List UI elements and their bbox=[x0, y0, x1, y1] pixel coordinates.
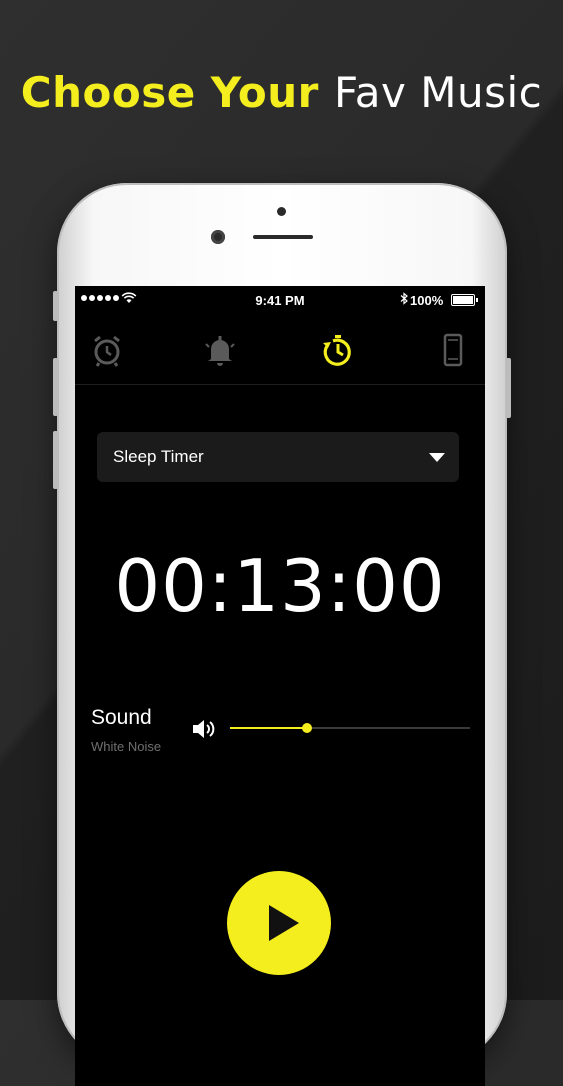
volume-up-button bbox=[53, 358, 58, 416]
timer-icon bbox=[323, 335, 351, 366]
tab-reminder[interactable] bbox=[200, 330, 240, 370]
status-bar: 9:41 PM 100% bbox=[75, 286, 485, 314]
bluetooth-icon bbox=[400, 292, 408, 305]
battery-icon bbox=[451, 294, 478, 306]
battery-percent: 100% bbox=[410, 293, 444, 308]
tab-bar bbox=[75, 324, 485, 385]
play-button[interactable] bbox=[227, 871, 331, 975]
volume-slider-fill bbox=[230, 727, 307, 729]
phone-icon bbox=[443, 333, 463, 367]
front-camera bbox=[211, 230, 225, 244]
headline-part1: Choose Your bbox=[20, 68, 319, 117]
speaker-volume-icon bbox=[193, 720, 215, 738]
mute-switch bbox=[53, 291, 58, 321]
bell-icon bbox=[205, 336, 235, 366]
alarm-clock-icon bbox=[94, 335, 120, 367]
proximity-sensor bbox=[277, 207, 286, 216]
tab-timer[interactable] bbox=[318, 330, 358, 370]
play-icon bbox=[269, 905, 299, 941]
phone-frame: 9:41 PM 100% Sleep Timer 00:13:00 Sound … bbox=[53, 183, 511, 1086]
sound-title: Sound bbox=[91, 706, 152, 729]
tab-device[interactable] bbox=[433, 330, 473, 370]
power-button bbox=[506, 358, 511, 418]
headline-part2: Fav Music bbox=[333, 68, 543, 117]
mode-dropdown[interactable]: Sleep Timer bbox=[97, 432, 459, 482]
tab-alarm[interactable] bbox=[87, 330, 127, 370]
app-screen: 9:41 PM 100% Sleep Timer 00:13:00 Sound … bbox=[75, 286, 485, 1086]
headline: Choose Your Fav Music bbox=[0, 68, 563, 117]
sound-selection[interactable]: White Noise bbox=[91, 739, 161, 754]
volume-slider[interactable] bbox=[230, 723, 470, 733]
caret-down-icon bbox=[429, 453, 445, 462]
earpiece-speaker bbox=[253, 235, 313, 239]
volume-slider-knob[interactable] bbox=[301, 723, 312, 733]
volume-down-button bbox=[53, 431, 58, 489]
mode-dropdown-value: Sleep Timer bbox=[113, 447, 204, 466]
timer-display: 00:13:00 bbox=[114, 544, 446, 628]
